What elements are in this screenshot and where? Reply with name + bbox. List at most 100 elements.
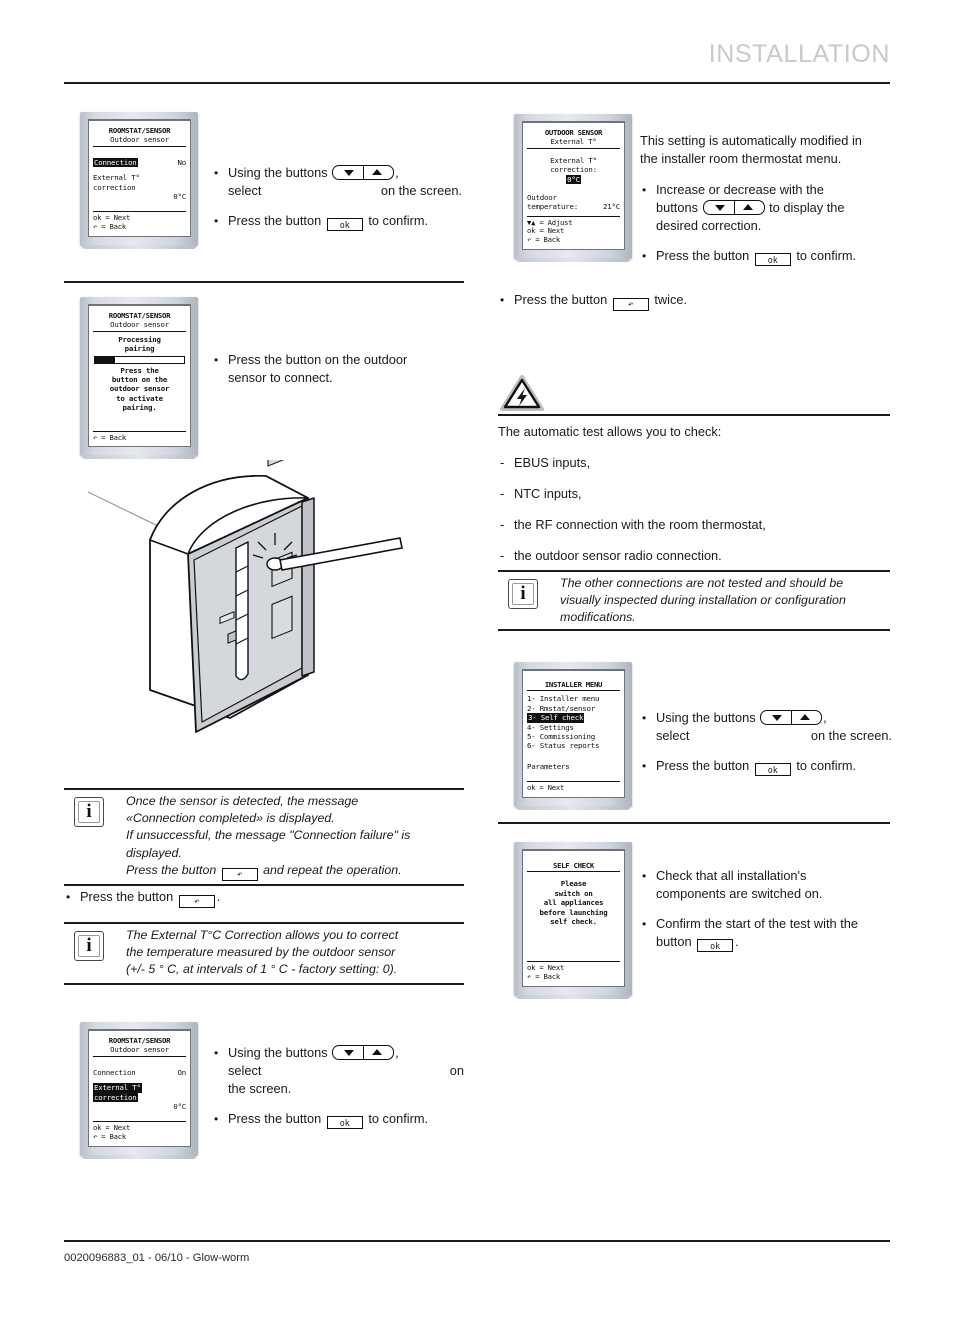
lcd-parameters-label: Parameters [527,761,570,771]
page-header: INSTALLATION [64,40,890,88]
note-line: If unsuccessful, the message "Connection… [126,828,411,843]
instruction-text-line1: Press the button on the outdoor [228,352,408,367]
section-divider [64,281,464,283]
ok-key-icon[interactable]: ok [326,217,363,231]
note-top-divider [64,922,464,924]
paragraph-line1: This setting is automatically modified i… [640,133,862,148]
lcd-footer: ok = Next ↶ = Back [93,211,186,231]
right-step2-instructions: Using the buttons , select on the screen… [640,709,892,788]
ok-key-icon[interactable]: ok [754,762,791,776]
instruction-text-pre: Using the buttons [228,1045,328,1060]
instruction-text-post: to display the [769,200,845,215]
down-up-arrows-key-icon[interactable] [702,199,765,216]
left-press-back-instruction: Press the button ↶. [64,888,464,908]
lcd-footer: ok = Next ↶ = Back [93,1121,186,1141]
note-top-divider [498,570,890,572]
note-line: displayed. [126,845,182,860]
lcd-value-external-t: 0°C [173,1102,186,1112]
lcd-processing-line2: pairing [124,344,155,354]
lcd-message-line5: self check. [550,917,597,927]
down-up-arrows-key-icon[interactable] [332,1044,395,1061]
lcd-message-line3: all appliances [543,898,604,908]
instruction-text-pre: Press the button [80,889,174,904]
lcd-outdoor-temp-value: 21°C [603,202,620,212]
note-line: The External T°C Correction allows you t… [126,928,399,942]
lcd-foot-back: ↶ = Back [527,972,561,982]
instruction-text-line1: Increase or decrease with the [656,182,824,197]
instruction-bullet: Press the button ↶. [64,888,464,908]
instruction-text-post: to confirm. [796,248,857,263]
instruction-text-post: , [823,710,827,725]
instruction-bullet: Press the button ↶ twice. [498,291,890,311]
lcd-title: SELF CHECK [553,861,594,870]
instruction-text-pre: Using the buttons [656,710,756,725]
lcd-instruction-line1: Press the [120,365,159,375]
lcd-external-t-line2: correction: [550,165,597,175]
instruction-bullet: Check that all installation's components… [640,867,892,903]
left-step1-screen-device: ROOMSTAT/SENSOR Outdoor sensor Connectio… [80,112,198,249]
ok-key-icon[interactable]: ok [326,1115,363,1129]
lcd-outdoor-temp-label1: Outdoor [527,193,557,203]
instruction-bullet: Press the button ok to confirm. [212,212,462,231]
lcd-title: ROOMSTAT/SENSOR [108,126,171,135]
lcd-subtitle: Outdoor sensor [110,320,169,330]
lcd-selected-external-t-line1: External T° [93,1083,142,1093]
instruction-text-pre: Press the button [228,213,322,228]
note-line: visually inspected during installation o… [560,593,846,608]
down-up-arrows-key-icon[interactable] [332,164,395,181]
test-list-item: EBUS inputs, [498,454,890,472]
back-key-icon[interactable]: ↶ [178,894,215,908]
note-line-with-key: Press the button ↶ and repeat the operat… [126,862,464,881]
note-bottom-divider [64,983,464,985]
instruction-text-pre: buttons [656,200,698,215]
instruction-bullet: Press the button ok to confirm. [212,1110,464,1129]
info-icon: i [74,931,104,961]
automatic-test-section: The automatic test allows you to check: … [498,423,890,578]
left-step3-instructions: Using the buttons , select on the screen… [212,1044,464,1141]
lcd-subtitle: External T° [550,137,597,147]
paragraph-line2: the installer room thermostat menu. [640,151,842,166]
instruction-text-on-screen: on the screen. [810,728,892,743]
instruction-bullet: Press the button on the outdoor sensor t… [212,351,462,387]
outdoor-sensor-housing-illustration [70,429,470,780]
right-press-back-twice-instruction: Press the button ↶ twice. [498,291,890,311]
info-icon: i [74,797,104,827]
right-step1-screen-device: OUTDOOR SENSOR External T° External T° c… [514,114,632,262]
back-key-icon[interactable]: ↶ [612,297,649,311]
down-up-arrows-key-icon[interactable] [760,709,823,726]
note-line: «Connection completed» is displayed. [126,811,335,826]
header-divider [64,82,890,84]
instruction-text-line1: Confirm the start of the test with the [656,916,858,931]
note-line: The other connections are not tested and… [560,576,844,590]
instruction-bullet: Using the buttons , select on the screen… [640,709,892,745]
lcd-message-line4: before launching [539,907,608,917]
note-line: Once the sensor is detected, the message [126,794,359,808]
lcd-footer: ok = Next ↶ = Back [527,961,620,981]
instruction-text-post: , [395,1045,399,1060]
lcd-instruction-line3: outdoor sensor [109,384,170,394]
note-line: modifications. [560,610,636,625]
ok-key-icon[interactable]: ok [696,938,734,952]
instruction-text-post: , [395,165,399,180]
lcd-processing-line1: Processing [118,334,161,344]
lcd-title: ROOMSTAT/SENSOR [108,311,171,320]
instruction-text-post: . [735,934,739,949]
left-step2-instructions: Press the button on the outdoor sensor t… [212,351,462,399]
lcd-selected-external-t-line2: correction [93,1092,138,1103]
lcd-foot-back: ↶ = Back [527,235,561,245]
lcd-instruction-line4: to activate [116,393,163,403]
ok-key-icon[interactable]: ok [754,252,791,266]
lcd-value-connection: No [177,157,187,167]
lcd-external-t-value-selected: 0°C [566,174,581,185]
lcd-foot-back: ↶ = Back [93,222,127,232]
left-step3-screen-device: ROOMSTAT/SENSOR Outdoor sensor Connectio… [80,1022,198,1159]
instruction-bullet: Using the buttons , select on the screen… [212,164,462,200]
lcd-instruction-line5: pairing. [122,403,157,413]
lcd-value-connection: On [177,1067,187,1077]
electrical-hazard-triangle-icon [500,374,544,412]
back-key-icon[interactable]: ↶ [221,867,258,881]
instruction-text-select: select [228,183,262,198]
right-step3-screen-device: SELF CHECK Please switch on all applianc… [514,842,632,999]
lcd-value-external-t: 0°C [173,192,186,202]
page-title: INSTALLATION [708,40,890,68]
